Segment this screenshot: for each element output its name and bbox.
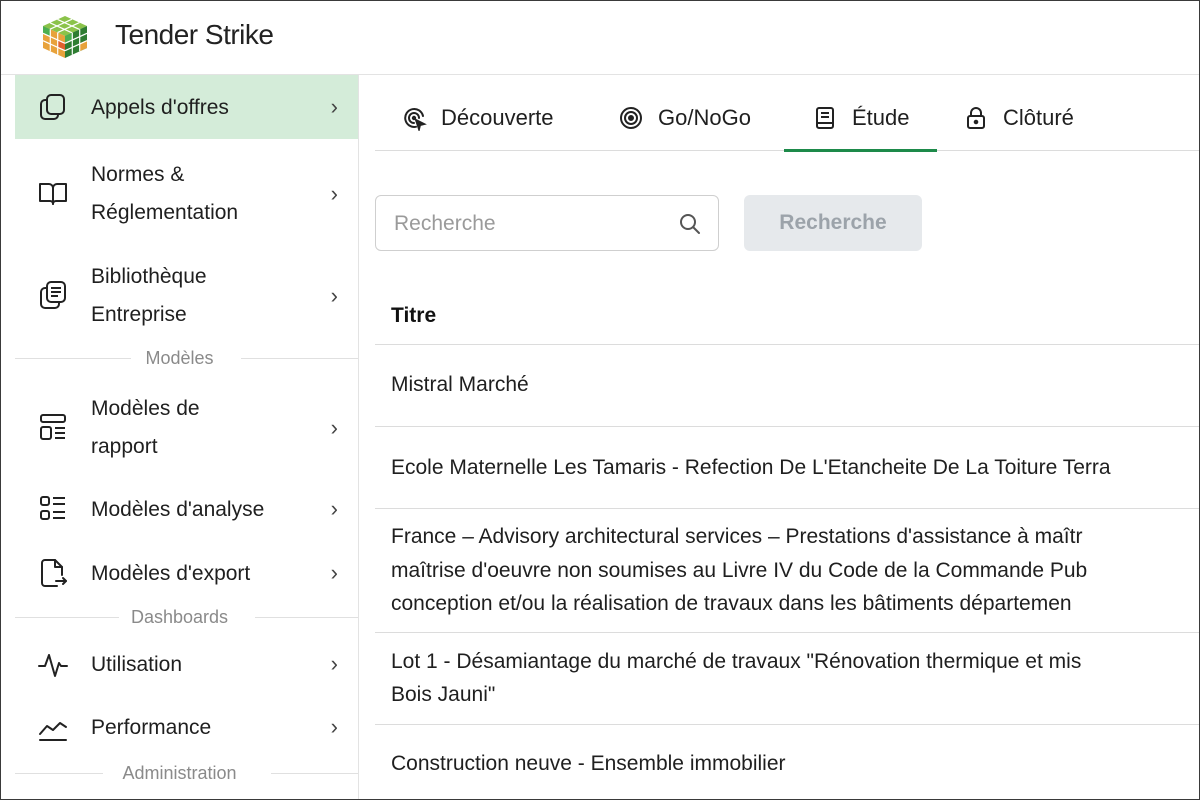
search-button[interactable]: Recherche bbox=[744, 195, 922, 251]
table-header: Titre bbox=[375, 287, 1199, 345]
sidebar-item-label: Bibliothèque bbox=[91, 265, 207, 288]
export-icon bbox=[37, 557, 69, 589]
column-header-titre[interactable]: Titre bbox=[391, 304, 436, 328]
tab-label: Clôturé bbox=[1003, 105, 1074, 130]
search-input[interactable] bbox=[394, 210, 664, 238]
section-divider bbox=[271, 773, 358, 774]
section-divider bbox=[255, 617, 358, 618]
sidebar-item-performance[interactable]: Performance › bbox=[15, 703, 358, 753]
top-header: Tender Strike bbox=[1, 1, 1199, 75]
lock-icon bbox=[963, 105, 989, 131]
chart-line-icon bbox=[37, 712, 69, 744]
sidebar-item-modeles-rapport[interactable]: Modèles de rapport › bbox=[15, 389, 358, 469]
discover-icon bbox=[401, 105, 427, 133]
sidebar-item-label: Normes & bbox=[91, 163, 185, 186]
book-icon bbox=[37, 177, 69, 209]
sidebar-item-label: Performance bbox=[91, 716, 212, 739]
chevron-right-icon: › bbox=[330, 560, 338, 585]
table-row[interactable]: Ecole Maternelle Les Tamaris - Refection… bbox=[375, 427, 1199, 509]
analysis-template-icon bbox=[37, 493, 69, 525]
chevron-right-icon: › bbox=[330, 94, 338, 119]
sidebar-item-label: Utilisation bbox=[91, 653, 183, 676]
sidebar-item-label: rapport bbox=[91, 435, 158, 458]
row-title-line: conception et/ou la réalisation de trava… bbox=[391, 592, 1072, 615]
tab-etude[interactable]: Étude bbox=[812, 101, 932, 151]
tab-label: Découverte bbox=[441, 105, 554, 130]
row-title-line: Bois Jauni" bbox=[391, 683, 496, 706]
chevron-right-icon: › bbox=[330, 415, 338, 440]
sidebar-item-label: Entreprise bbox=[91, 303, 187, 326]
sidebar-item-utilisation[interactable]: Utilisation › bbox=[15, 640, 358, 690]
row-title: Ecole Maternelle Les Tamaris - Refection… bbox=[391, 456, 1111, 479]
sidebar-item-label: Réglementation bbox=[91, 201, 239, 224]
app-window: Tender Strike Appels d'offres › Normes & bbox=[0, 0, 1200, 800]
chevron-right-icon: › bbox=[330, 714, 338, 739]
section-divider bbox=[241, 358, 358, 359]
sidebar-item-modeles-analyse[interactable]: Modèles d'analyse › bbox=[15, 485, 358, 535]
sidebar-item-label: Modèles d'analyse bbox=[91, 498, 265, 521]
target-icon bbox=[618, 105, 644, 131]
row-title: Mistral Marché bbox=[391, 373, 529, 396]
chevron-right-icon: › bbox=[330, 181, 338, 206]
main-content: Découverte Go/NoGo Étude Clôturé Recherc… bbox=[359, 75, 1199, 799]
sidebar-item-bibliotheque-entreprise[interactable]: Bibliothèque Entreprise › bbox=[15, 257, 358, 337]
sidebar-item-label: Appels d'offres bbox=[91, 96, 229, 119]
library-icon bbox=[37, 279, 69, 311]
table-row[interactable]: Mistral Marché bbox=[375, 345, 1199, 427]
row-title-line: France – Advisory architectural services… bbox=[391, 525, 1083, 548]
row-title: Construction neuve - Ensemble immobilier bbox=[391, 752, 786, 775]
chevron-right-icon: › bbox=[330, 651, 338, 676]
activity-icon bbox=[37, 649, 69, 681]
chevron-right-icon: › bbox=[330, 496, 338, 521]
active-tab-indicator bbox=[784, 149, 937, 152]
tab-label: Étude bbox=[852, 105, 910, 130]
tab-decouverte[interactable]: Découverte bbox=[401, 101, 591, 151]
table-row[interactable]: Construction neuve - Ensemble immobilier bbox=[375, 725, 1199, 799]
sidebar-item-label: Modèles d'export bbox=[91, 562, 251, 585]
tab-bar: Découverte Go/NoGo Étude Clôturé bbox=[375, 75, 1199, 152]
table-row[interactable]: Lot 1 - Désamiantage du marché de travau… bbox=[375, 633, 1199, 725]
search-icon[interactable] bbox=[678, 212, 702, 236]
row-title-line: Lot 1 - Désamiantage du marché de travau… bbox=[391, 650, 1082, 673]
sidebar: Appels d'offres › Normes & Réglementatio… bbox=[1, 75, 359, 799]
sidebar-item-label: Modèles de bbox=[91, 397, 200, 420]
sidebar-item-normes-reglementation[interactable]: Normes & Réglementation › bbox=[15, 155, 358, 235]
report-template-icon bbox=[37, 411, 69, 443]
notebook-icon bbox=[812, 105, 838, 131]
row-title-line: maîtrise d'oeuvre non soumises au Livre … bbox=[391, 559, 1088, 582]
chevron-right-icon: › bbox=[330, 283, 338, 308]
tender-strike-logo-icon[interactable] bbox=[39, 14, 91, 60]
tab-label: Go/NoGo bbox=[658, 105, 751, 130]
tab-cloture[interactable]: Clôturé bbox=[963, 101, 1113, 151]
sidebar-item-appels-doffres[interactable]: Appels d'offres › bbox=[15, 75, 358, 139]
tab-go-nogo[interactable]: Go/NoGo bbox=[618, 101, 778, 151]
search-field[interactable] bbox=[375, 195, 719, 251]
sidebar-item-modeles-export[interactable]: Modèles d'export › bbox=[15, 549, 358, 599]
table-row[interactable]: France – Advisory architectural services… bbox=[375, 509, 1199, 633]
app-title: Tender Strike bbox=[115, 19, 274, 50]
documents-icon bbox=[37, 91, 69, 123]
